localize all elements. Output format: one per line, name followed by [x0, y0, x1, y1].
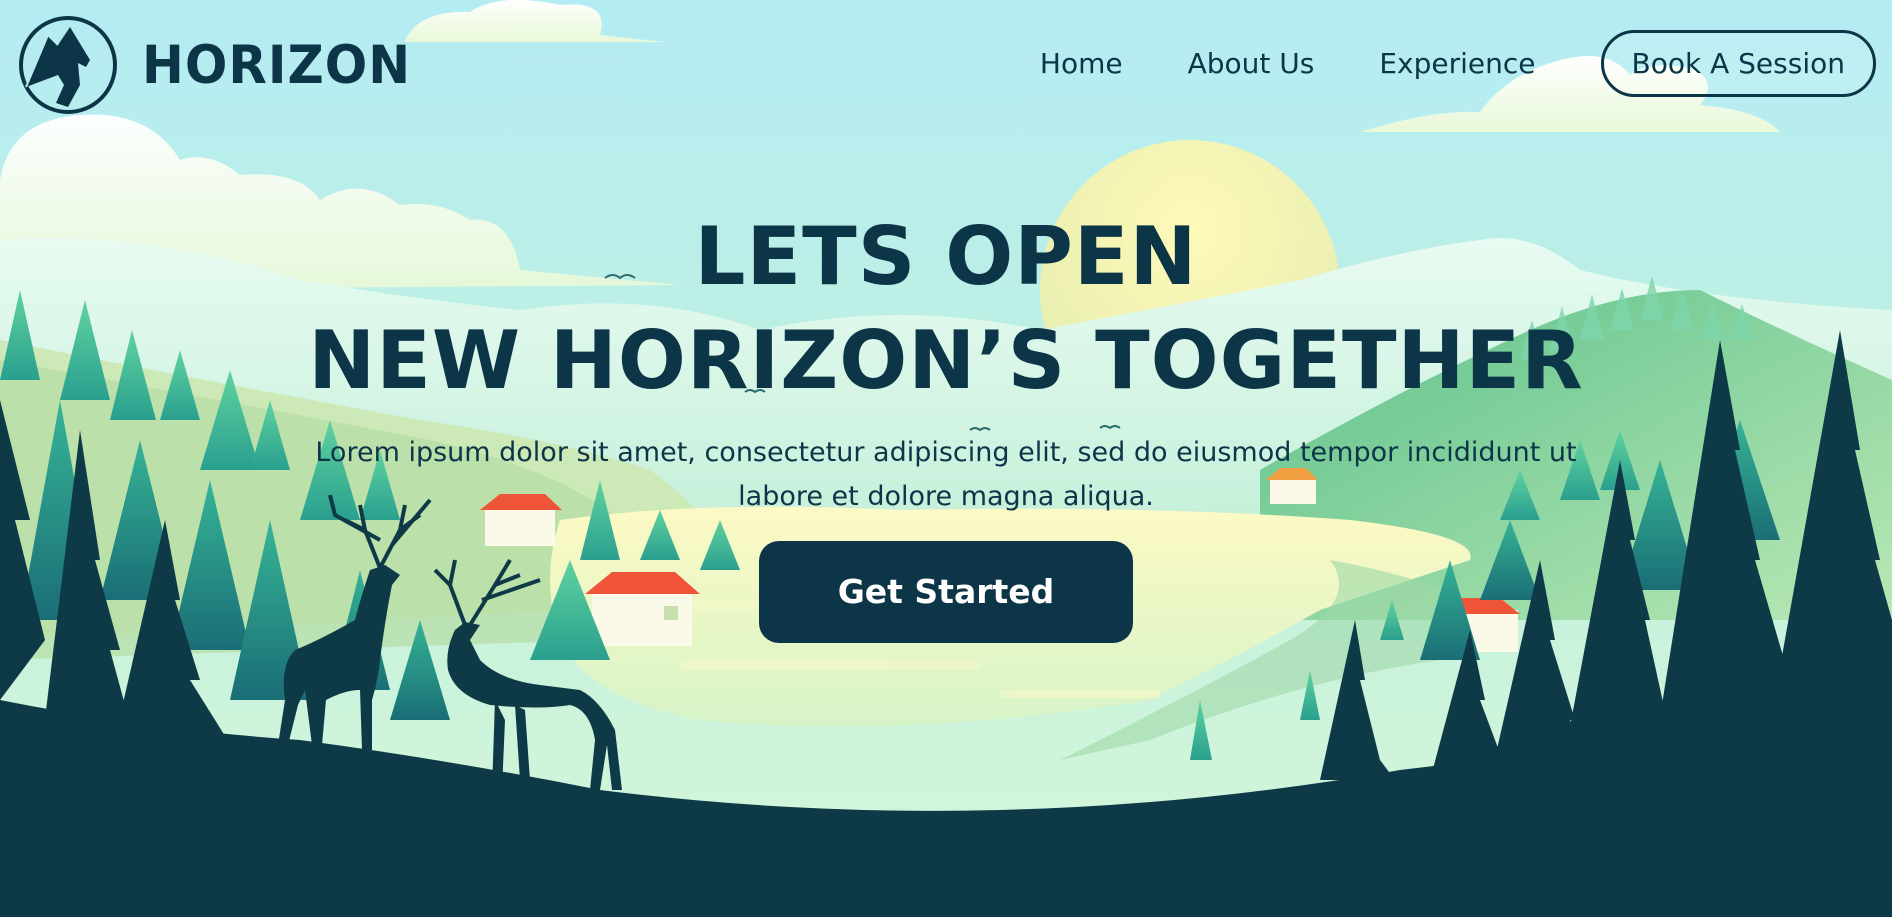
- brand-name: HORIZON: [142, 34, 412, 96]
- top-navigation: HORIZON Home About Us Experience Book A …: [0, 0, 1892, 140]
- mountain-circle-icon: [19, 16, 117, 114]
- nav-link-about-us[interactable]: About Us: [1188, 47, 1315, 80]
- nav-link-home[interactable]: Home: [1040, 47, 1123, 80]
- nav-link-experience[interactable]: Experience: [1379, 47, 1535, 80]
- headline-line-1: LETS OPEN: [694, 210, 1198, 303]
- hero-subtext: Lorem ipsum dolor sit amet, consectetur …: [315, 437, 1577, 512]
- headline-line-2: NEW HORIZON’S TOGETHER: [308, 314, 1584, 407]
- book-session-button[interactable]: Book A Session: [1600, 30, 1876, 97]
- get-started-button[interactable]: Get Started: [759, 541, 1133, 643]
- hero-section: LETS OPEN NEW HORIZON’S TOGETHER Lorem i…: [0, 205, 1892, 643]
- hero-headline: LETS OPEN NEW HORIZON’S TOGETHER: [0, 205, 1892, 413]
- main-menu: Home About Us Experience Book A Session: [1040, 30, 1892, 97]
- brand-logo[interactable]: HORIZON: [18, 15, 411, 115]
